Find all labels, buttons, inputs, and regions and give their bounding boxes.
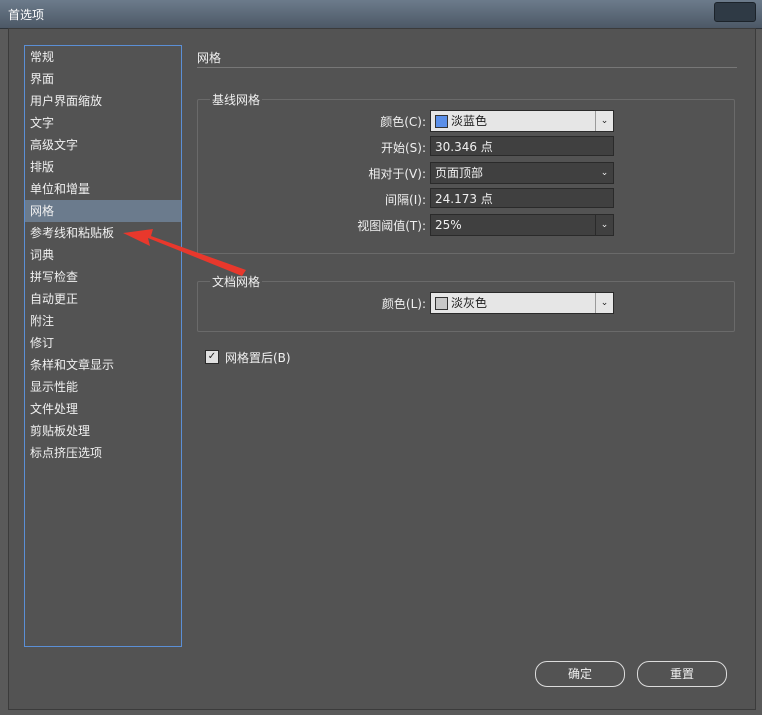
color-swatch-icon: [435, 115, 448, 128]
document-grid-group: 文档网格 颜色(L): 淡灰色 ⌄: [197, 273, 735, 332]
document-grid-title: 文档网格: [210, 273, 263, 290]
baseline-start-input[interactable]: 30.346 点: [430, 136, 614, 156]
baseline-relative-value: 页面顶部: [435, 166, 484, 180]
baseline-threshold-select[interactable]: 25% ⌄: [430, 214, 614, 236]
baseline-threshold-row: 视图阈值(T): 25% ⌄: [198, 214, 734, 236]
baseline-interval-input[interactable]: 24.173 点: [430, 188, 614, 208]
chevron-down-icon[interactable]: ⌄: [595, 293, 613, 313]
sidebar-item[interactable]: 显示性能: [25, 376, 181, 398]
sidebar-item[interactable]: 剪贴板处理: [25, 420, 181, 442]
chevron-down-icon[interactable]: ⌄: [595, 215, 613, 235]
chevron-down-icon[interactable]: ⌄: [596, 163, 613, 183]
baseline-threshold-value: 25%: [435, 218, 462, 232]
baseline-color-label: 颜色(C):: [380, 115, 426, 129]
sidebar-item[interactable]: 文字: [25, 112, 181, 134]
preferences-dialog: 常规 界面 用户界面缩放 文字 高级文字 排版 单位和增量 网格 参考线和粘贴板 词典 拼写检查 自动…: [8, 28, 756, 710]
document-color-row: 颜色(L): 淡灰色 ⌄: [198, 292, 734, 314]
sidebar-item[interactable]: 标点挤压选项: [25, 442, 181, 464]
color-swatch-icon: [435, 297, 448, 310]
baseline-start-label: 开始(S):: [380, 141, 426, 155]
document-color-label: 颜色(L):: [381, 297, 426, 311]
sidebar-item[interactable]: 常规: [25, 46, 181, 68]
checkbox-checked-icon[interactable]: ✓: [205, 350, 219, 364]
baseline-threshold-label: 视图阈值(T):: [357, 219, 426, 233]
chevron-down-icon[interactable]: ⌄: [595, 111, 613, 131]
sidebar-item[interactable]: 修订: [25, 332, 181, 354]
document-color-value: 淡灰色: [451, 296, 488, 310]
sidebar-item[interactable]: 参考线和粘贴板: [25, 222, 181, 244]
baseline-relative-select[interactable]: 页面顶部 ⌄: [430, 162, 614, 184]
section-title: 网格: [197, 51, 222, 65]
sidebar-item[interactable]: 词典: [25, 244, 181, 266]
baseline-interval-label: 间隔(I):: [385, 193, 426, 207]
baseline-color-select[interactable]: 淡蓝色 ⌄: [430, 110, 614, 132]
sidebar-item[interactable]: 附注: [25, 310, 181, 332]
sidebar-item[interactable]: 界面: [25, 68, 181, 90]
ok-button[interactable]: 确定: [535, 661, 625, 687]
document-color-select[interactable]: 淡灰色 ⌄: [430, 292, 614, 314]
baseline-color-row: 颜色(C): 淡蓝色 ⌄: [198, 110, 734, 132]
baseline-grid-group: 基线网格 颜色(C): 淡蓝色 ⌄ 开始(S): 30.346 点 相对于(V)…: [197, 91, 735, 254]
sidebar-item[interactable]: 网格: [25, 200, 181, 222]
sidebar-item[interactable]: 文件处理: [25, 398, 181, 420]
baseline-color-value: 淡蓝色: [451, 114, 488, 128]
grid-back-label: 网格置后(B): [225, 351, 291, 365]
reset-button[interactable]: 重置: [637, 661, 727, 687]
sidebar-item[interactable]: 条样和文章显示: [25, 354, 181, 376]
close-button[interactable]: [714, 2, 756, 22]
baseline-relative-row: 相对于(V): 页面顶部 ⌄: [198, 162, 734, 184]
baseline-start-row: 开始(S): 30.346 点: [198, 136, 734, 158]
baseline-relative-label: 相对于(V):: [368, 167, 426, 181]
sidebar-item[interactable]: 排版: [25, 156, 181, 178]
baseline-grid-title: 基线网格: [210, 91, 263, 108]
window-title: 首选项: [8, 8, 45, 22]
category-list[interactable]: 常规 界面 用户界面缩放 文字 高级文字 排版 单位和增量 网格 参考线和粘贴板 词典 拼写检查 自动…: [24, 45, 182, 647]
sidebar-item[interactable]: 拼写检查: [25, 266, 181, 288]
divider: [197, 67, 737, 68]
sidebar-item[interactable]: 自动更正: [25, 288, 181, 310]
baseline-interval-row: 间隔(I): 24.173 点: [198, 188, 734, 210]
sidebar-item[interactable]: 高级文字: [25, 134, 181, 156]
title-bar: 首选项: [0, 0, 762, 29]
sidebar-item[interactable]: 用户界面缩放: [25, 90, 181, 112]
sidebar-item[interactable]: 单位和增量: [25, 178, 181, 200]
